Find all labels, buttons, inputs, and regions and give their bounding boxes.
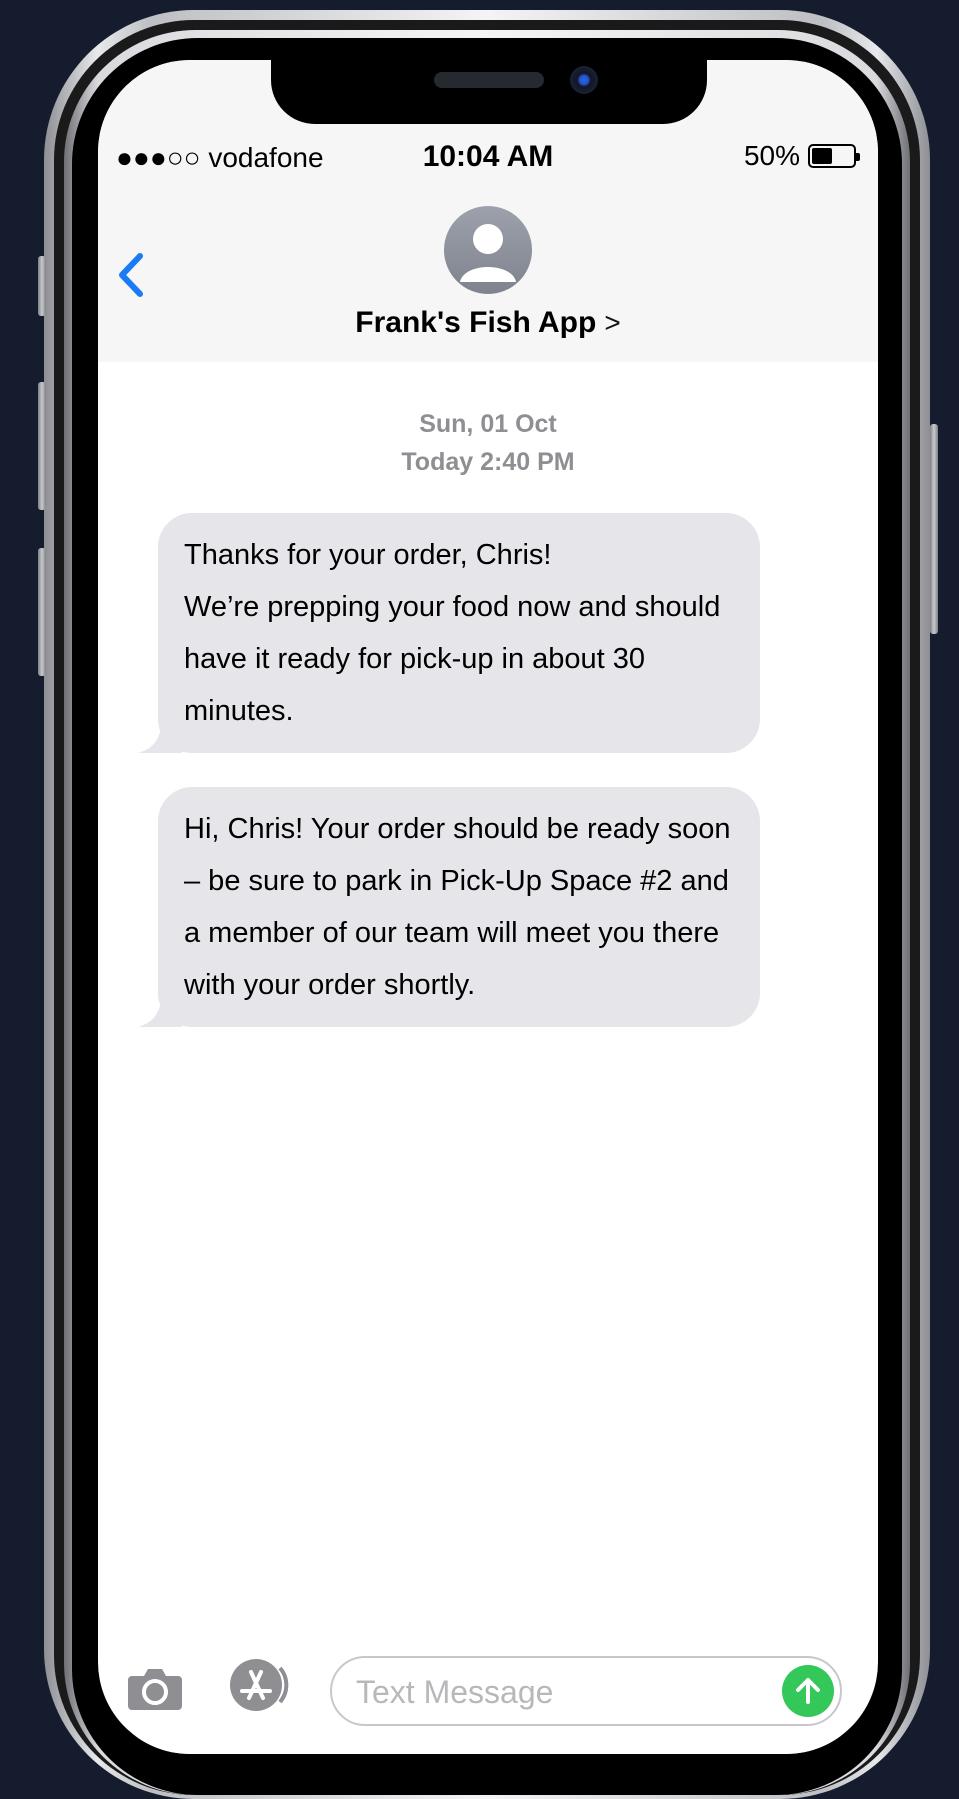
bottom-safe-area — [98, 1736, 878, 1754]
back-chevron-icon[interactable] — [112, 250, 152, 300]
chevron-right-icon: > — [604, 307, 621, 338]
power-button — [930, 424, 938, 634]
battery-status: 50% — [743, 140, 860, 172]
send-arrow-icon — [796, 1678, 820, 1704]
message-input[interactable] — [354, 1666, 758, 1718]
send-button[interactable] — [782, 1665, 834, 1717]
front-camera — [570, 66, 598, 94]
bubble-tail — [138, 721, 182, 753]
contact-name-button[interactable]: Frank's Fish App > — [98, 306, 878, 340]
camera-icon[interactable] — [126, 1664, 184, 1712]
conversation-date: Sun, 01 Oct — [419, 410, 557, 438]
notch — [271, 60, 707, 124]
bubble-tail — [138, 995, 182, 1027]
message-input-field[interactable] — [330, 1656, 842, 1726]
message-bubble: Thanks for your order, Chris! We’re prep… — [138, 513, 760, 753]
speaker-grille — [434, 72, 544, 88]
contact-name: Frank's Fish App — [355, 306, 597, 339]
contact-avatar-icon[interactable] — [444, 206, 532, 294]
silent-switch — [38, 256, 46, 316]
conversation-time: Today 2:40 PM — [401, 448, 575, 476]
battery-icon — [808, 144, 860, 168]
phone-screen: ●●●○○ vodafone 10:04 AM 50% Frank's Fish… — [98, 60, 878, 1754]
message-text: Thanks for your order, Chris! We’re prep… — [184, 539, 721, 727]
message-bubble: Hi, Chris! Your order should be ready so… — [138, 787, 760, 1027]
battery-percent: 50% — [743, 140, 800, 171]
volume-down-button — [38, 548, 46, 676]
app-store-icon[interactable] — [228, 1658, 292, 1712]
message-text: Hi, Chris! Your order should be ready so… — [184, 813, 731, 1001]
volume-up-button — [38, 382, 46, 510]
